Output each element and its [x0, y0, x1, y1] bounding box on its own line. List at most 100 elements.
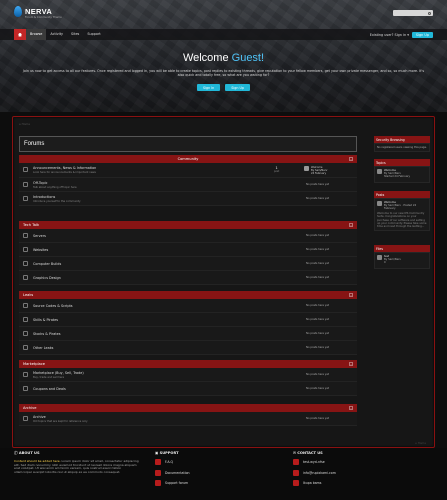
forum-title[interactable]: Graphics Design	[33, 276, 61, 280]
category-title: Leaks	[23, 293, 34, 297]
forum-title[interactable]: Websites	[33, 248, 48, 252]
category-header[interactable]: Archive –	[19, 404, 357, 412]
footer-link-label[interactable]: Documentation	[165, 471, 190, 475]
footer-link-label[interactable]: test-wyd-nfse	[303, 460, 325, 464]
collapse-icon[interactable]: –	[349, 362, 353, 366]
mail-icon	[293, 469, 299, 476]
forum-row[interactable]: Source Codes & Scripts No posts here yet	[19, 299, 357, 313]
category-header[interactable]: Leaks –	[19, 291, 357, 299]
nav-support[interactable]: Support	[83, 29, 104, 40]
footer-link[interactable]: Documentation	[155, 469, 190, 476]
forum-title[interactable]: Introductions	[33, 195, 55, 199]
breadcrumb-bottom[interactable]: ⌂ Home	[415, 441, 426, 445]
topic-date: Started 24 February	[384, 175, 411, 178]
location-icon	[293, 480, 299, 486]
footer: ⓘ ABOUT US Content should be added here.…	[0, 448, 447, 500]
forum-icon	[23, 331, 28, 336]
welcome-heading: Welcome Guest!	[0, 52, 447, 64]
footer-contact: ✉ CONTACT US test-wyd-nfse info@rupixkam…	[293, 451, 336, 491]
post-excerpt: Welcome to our new IPS Community Suite. …	[377, 212, 427, 229]
sign-in-link[interactable]: Existing user? Sign in ▾	[370, 33, 409, 37]
footer-link-label[interactable]: F.A.Q	[165, 460, 173, 464]
forum-title[interactable]: Skills & Pirates	[33, 318, 58, 322]
forum-icon	[23, 167, 28, 172]
category-header[interactable]: Community –	[19, 155, 357, 163]
forum-row[interactable]: Off-Topic Talk about anything off topic …	[19, 178, 357, 192]
droplet-logo-icon	[14, 6, 22, 17]
forum-row[interactable]: Computer Builds No posts here yet	[19, 257, 357, 271]
no-posts-text: No posts here yet	[306, 387, 329, 390]
forum-title[interactable]: Computer Builds	[33, 262, 61, 266]
forum-row[interactable]: Servers No posts here yet	[19, 229, 357, 243]
forum-title[interactable]: Source Codes & Scripts	[33, 304, 73, 308]
footer-link[interactable]: Support forum	[155, 480, 190, 486]
widget-topics: Topics Welcome By Sam/Nerv Started 24 Fe…	[374, 159, 430, 183]
site-logo[interactable]: NERVA Forum & Community Theme	[14, 6, 62, 19]
hero-sign-up-button[interactable]: Sign Up	[225, 84, 251, 91]
forum-icon	[23, 261, 28, 266]
forum-icon	[23, 345, 28, 350]
forum-row[interactable]: Other Leaks No posts here yet	[19, 341, 357, 355]
faq-icon	[155, 459, 161, 465]
forum-title[interactable]: Announcements, News & Information	[33, 166, 96, 170]
widget-title: Topics	[374, 159, 430, 166]
nav-sign-up-button[interactable]: Sign Up	[411, 31, 433, 38]
collapse-icon[interactable]: –	[349, 406, 353, 410]
forum-title[interactable]: Off-Topic	[33, 181, 47, 185]
no-posts-text: No posts here yet	[306, 248, 329, 251]
forum-row[interactable]: Stocks & Pirates No posts here yet	[19, 327, 357, 341]
forum-title[interactable]: Stocks & Pirates	[33, 332, 61, 336]
footer-link-label[interactable]: Support forum	[165, 481, 188, 485]
footer-link-label[interactable]: Ikupa bams	[303, 481, 321, 485]
collapse-icon[interactable]: –	[349, 293, 353, 297]
forum-title[interactable]: Other Leaks	[33, 346, 53, 350]
forum-row[interactable]: Graphics Design No posts here yet	[19, 271, 357, 285]
collapse-icon[interactable]: –	[349, 223, 353, 227]
forum-title[interactable]: Servers	[33, 234, 46, 238]
forum-row[interactable]: Introductions Introduce yourself to the …	[19, 192, 357, 206]
forum-row[interactable]: Websites No posts here yet	[19, 243, 357, 257]
forum-icon	[23, 182, 28, 187]
forum-title[interactable]: Coupons and Deals	[33, 387, 66, 391]
category-header[interactable]: Tech Talk –	[19, 221, 357, 229]
forum-row[interactable]: Marketplace (Buy, Sell, Trade) Buy, trade…	[19, 368, 357, 382]
forum-row[interactable]: Announcements, News & Information Look h…	[19, 163, 357, 178]
category-title: Community	[177, 157, 199, 161]
nav-activity[interactable]: Activity	[46, 29, 67, 40]
forum-icon	[23, 303, 28, 308]
logo-tagline: Forum & Community Theme	[25, 16, 62, 19]
collapse-icon[interactable]: –	[349, 157, 353, 161]
nav-browse[interactable]: Browse	[26, 29, 47, 40]
forum-icon	[23, 275, 28, 280]
nav-sites[interactable]: Sites	[67, 29, 83, 40]
footer-link[interactable]: Ikupa bams	[293, 480, 336, 486]
logo-name: NERVA	[25, 7, 53, 16]
footer-link-label[interactable]: info@rupixkami.com	[303, 471, 336, 475]
phone-icon	[293, 459, 299, 465]
footer-link[interactable]: F.A.Q	[155, 459, 190, 465]
post-count-label: post	[274, 170, 280, 173]
footer-link[interactable]: test-wyd-nfse	[293, 459, 336, 465]
welcome-guest: Guest!	[231, 52, 265, 64]
forum-row[interactable]: Coupons and Deals No posts here yet	[19, 382, 357, 396]
home-icon	[18, 32, 22, 37]
forum-title[interactable]: Marketplace (Buy, Sell, Trade)	[33, 371, 84, 375]
breadcrumb[interactable]: ⌂ Home	[19, 122, 30, 126]
category-header[interactable]: Marketplace –	[19, 360, 357, 368]
widget-title: Files	[374, 245, 430, 252]
footer-link[interactable]: info@rupixkami.com	[293, 469, 336, 476]
forum-row[interactable]: Skills & Pirates No posts here yet	[19, 313, 357, 327]
post-author: By Sam/Nerv · Posted 24 February	[384, 204, 417, 210]
forum-row[interactable]: Archive Old topics that are kept for refe…	[19, 412, 357, 426]
forum-desc: Old topics that are kept for reference o…	[33, 420, 88, 423]
widget-posts: Posts Welcome By Sam/Nerv · Posted 24 Fe…	[374, 191, 430, 232]
hero-sign-in-button[interactable]: Sign In	[196, 84, 221, 91]
avatar	[377, 201, 382, 206]
forum-desc: Buy, trade and sell here	[33, 376, 65, 379]
widget-files: Files test By Sam/Nerv 0	[374, 245, 430, 269]
forum-title[interactable]: Archive	[33, 415, 46, 419]
category-community: Community – Announcements, News & Inform…	[19, 155, 357, 206]
nav-home-button[interactable]	[14, 29, 26, 40]
last-post[interactable]: Welcome By Sam/Nerv 24 February	[304, 166, 327, 175]
search-input[interactable]	[393, 10, 433, 16]
